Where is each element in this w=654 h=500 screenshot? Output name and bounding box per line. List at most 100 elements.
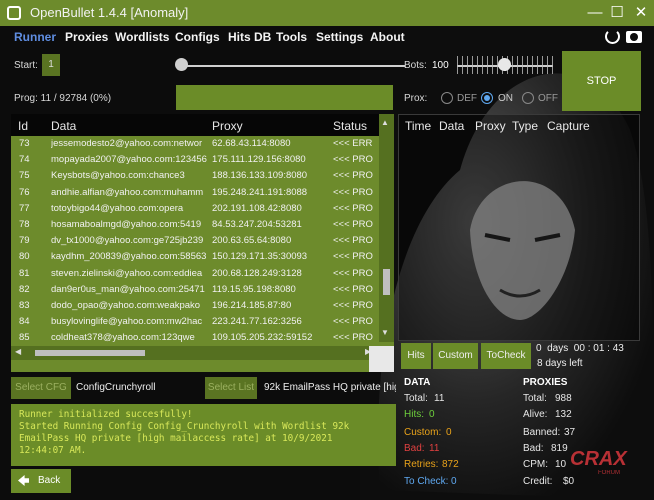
row-id: 82 <box>19 283 30 295</box>
row-proxy: 109.105.205.232:59152 <box>212 332 313 344</box>
row-id: 74 <box>19 154 30 166</box>
table-row[interactable]: 85 coldheat378@yahoo.com:123qwe 109.105.20… <box>11 330 379 346</box>
row-data: mopayada2007@yahoo.com:123456 <box>51 154 207 166</box>
hits-label: Hits: <box>404 409 424 420</box>
row-status: <<< PRO <box>333 235 373 247</box>
menu-proxies[interactable]: Proxies <box>65 30 108 44</box>
table-row[interactable]: 80 kaydhm_200839@yahoo.com:58563 150.129.1… <box>11 249 379 265</box>
hits-tab[interactable]: Hits <box>401 343 431 369</box>
table-row[interactable]: 73 jessemodesto2@yahoo.com:networ 62.68.43… <box>11 136 379 152</box>
start-slider-thumb[interactable] <box>175 58 188 71</box>
row-data: steven.zielinski@yahoo.com:eddiea <box>51 267 203 279</box>
tocheck-value: 0 <box>451 476 457 487</box>
proxy-on-label: ON <box>498 93 513 104</box>
watermark-sub: FORUM <box>598 470 620 476</box>
alive-value: 132 <box>555 409 572 420</box>
row-id: 73 <box>19 138 30 149</box>
close-button[interactable]: ✕ <box>630 2 652 24</box>
refresh-icon[interactable] <box>605 29 620 44</box>
start-slider-track[interactable] <box>180 65 405 67</box>
menu-settings[interactable]: Settings <box>316 30 363 44</box>
grid-vscroll-thumb[interactable] <box>383 269 390 295</box>
row-proxy: 62.68.43.114:8080 <box>212 138 291 149</box>
row-data: totoybigo44@yahoo.com:opera <box>51 202 184 214</box>
menu-runner[interactable]: Runner <box>14 30 56 44</box>
table-row[interactable]: 82 dan9er0us_man@yahoo.com:25471 119.15.95… <box>11 282 379 298</box>
bad-value: 11 <box>429 443 440 454</box>
data-title: DATA <box>404 377 431 388</box>
cpm-value: 10 <box>555 459 567 470</box>
retries-value: 872 <box>442 459 459 470</box>
proxies-total-value: 988 <box>555 393 572 404</box>
row-status: <<< PRO <box>333 219 373 230</box>
table-row[interactable]: 78 hosamaboalmgd@yahoo.com:5419 84.53.247.… <box>11 217 379 233</box>
row-data: jessemodesto2@yahoo.com:networ <box>51 138 203 149</box>
hits-col-type: Type <box>512 119 539 133</box>
results-grid[interactable]: Id Data Proxy Status 73 jessemodesto2@yah… <box>11 114 394 372</box>
row-data: hosamaboalmgd@yahoo.com:5419 <box>51 219 202 230</box>
row-data: busylovinglife@yahoo.com:mw2hac <box>51 316 203 328</box>
menu-wordlists[interactable]: Wordlists <box>115 30 169 44</box>
row-proxy: 84.53.247.204:53281 <box>212 219 302 230</box>
custom-tab[interactable]: Custom <box>433 343 478 369</box>
banned-label: Banned: <box>523 427 561 438</box>
bad-label: Bad: <box>404 443 425 454</box>
back-button[interactable]: Back <box>11 469 71 493</box>
alive-label: Alive: <box>523 409 548 420</box>
table-row[interactable]: 76 andhie.alfian@yahoo.com:muhamm 195.248.… <box>11 185 379 201</box>
row-proxy: 150.129.171.35:30093 <box>212 251 308 263</box>
select-cfg-button[interactable]: Select CFG <box>11 377 71 399</box>
log-line-3: EmailPass HQ private [high mailaccess ra… <box>19 433 333 444</box>
back-arrow-icon <box>18 475 29 486</box>
row-status: <<< PRO <box>333 251 373 263</box>
bots-slider-thumb[interactable] <box>498 58 511 71</box>
table-row[interactable]: 83 dodo_opao@yahoo.com:weakpako 196.214.18… <box>11 298 379 314</box>
table-row[interactable]: 81 steven.zielinski@yahoo.com:eddiea 200.6… <box>11 266 379 282</box>
table-row[interactable]: 74 mopayada2007@yahoo.com:123456 175.111.1… <box>11 152 379 168</box>
grid-corner <box>369 346 394 372</box>
proxy-on-radio[interactable] <box>481 92 493 104</box>
row-proxy: 196.214.185.87:80 <box>212 300 292 311</box>
grid-hscroll-thumb[interactable] <box>35 350 145 356</box>
config-name: ConfigCrunchyroll <box>76 382 156 393</box>
menu-hitsdb[interactable]: Hits DB <box>228 30 271 44</box>
bots-label: Bots: <box>404 60 427 71</box>
stop-button[interactable]: STOP <box>562 51 641 111</box>
minimize-button[interactable]: — <box>584 2 606 24</box>
menu-about[interactable]: About <box>370 30 405 44</box>
hits-col-capture: Capture <box>547 119 590 133</box>
table-row[interactable]: 84 busylovinglife@yahoo.com:mw2hac 223.241… <box>11 314 379 330</box>
row-id: 84 <box>19 316 30 328</box>
row-proxy: 202.191.108.42:8080 <box>212 202 302 214</box>
row-id: 85 <box>19 332 30 344</box>
proxy-def-radio[interactable] <box>441 92 453 104</box>
grid-hscroll[interactable]: ◀ ▶ <box>11 346 379 360</box>
hits-value: 0 <box>429 409 435 420</box>
app-logo-icon <box>7 6 21 20</box>
grid-vscroll[interactable]: ▲ ▼ <box>379 114 394 342</box>
table-row[interactable]: 77 totoybigo44@yahoo.com:opera 202.191.108… <box>11 201 379 217</box>
row-id: 75 <box>19 170 30 182</box>
maximize-button[interactable]: ☐ <box>606 2 628 24</box>
camera-icon[interactable] <box>626 31 642 43</box>
total-label: Total: <box>404 393 428 404</box>
menu-configs[interactable]: Configs <box>175 30 220 44</box>
days-left: 8 days left <box>537 358 583 369</box>
table-row[interactable]: 79 dv_tx1000@yahoo.com:ge725jb239 200.63.6… <box>11 233 379 249</box>
cpm-label: CPM: <box>523 459 548 470</box>
grid-header: Id Data Proxy Status <box>11 114 394 136</box>
tocheck-tab[interactable]: ToCheck <box>481 343 531 369</box>
wordlist-name: 92k EmailPass HQ private [hig <box>264 382 396 393</box>
row-data: coldheat378@yahoo.com:123qwe <box>51 332 195 344</box>
credit-label: Credit: <box>523 476 553 487</box>
row-status: <<< PRO <box>333 283 373 295</box>
custom-value: 0 <box>446 427 452 438</box>
menu-tools[interactable]: Tools <box>276 30 307 44</box>
table-row[interactable]: 75 Keysbots@yahoo.com:chance3 188.136.133.… <box>11 168 379 184</box>
log-line-4: 12:44:07 AM. <box>19 445 87 456</box>
select-list-button[interactable]: Select List <box>205 377 257 399</box>
proxy-off-radio[interactable] <box>522 92 534 104</box>
proxy-mode-label: Prox: <box>404 93 428 104</box>
start-input[interactable]: 1 <box>42 54 60 76</box>
row-data: andhie.alfian@yahoo.com:muhamm <box>51 186 204 198</box>
